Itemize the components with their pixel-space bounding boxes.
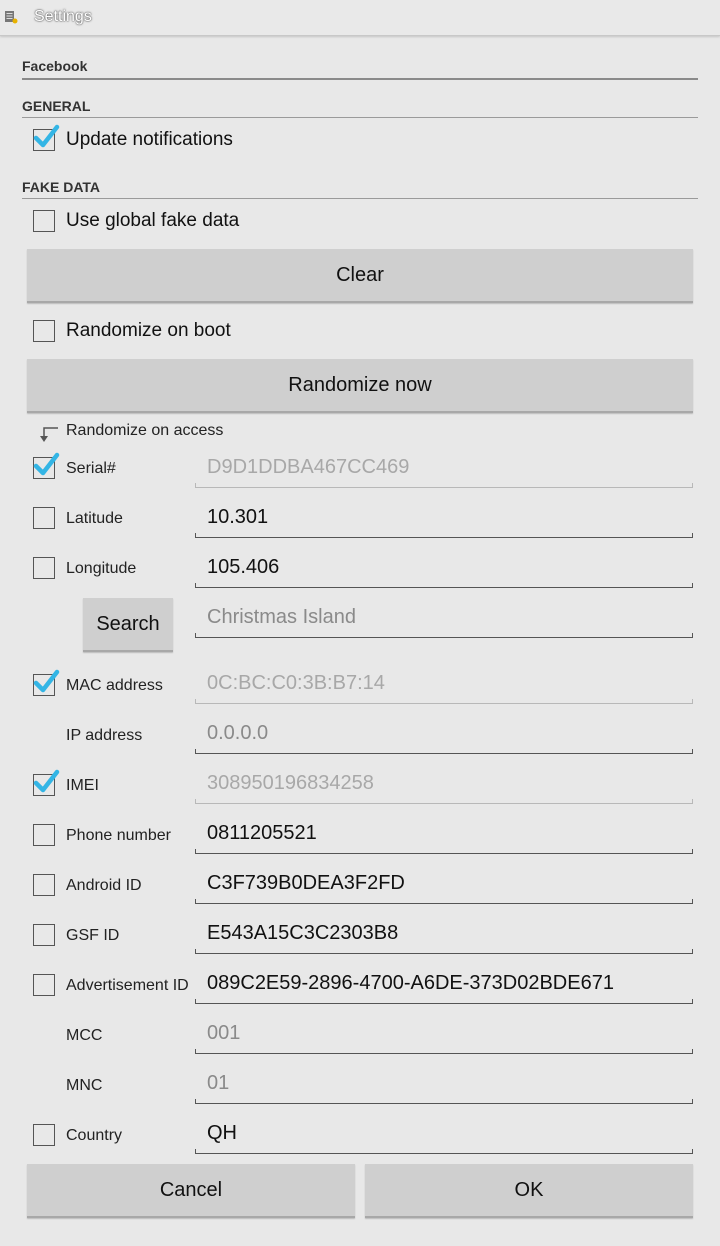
randomize-on-boot-checkbox[interactable] — [33, 320, 55, 342]
mcc-value: 001 — [207, 1022, 241, 1044]
mcc-field[interactable]: 001 — [195, 1014, 693, 1054]
checkmark-icon — [33, 669, 60, 693]
imei-field[interactable]: 308950196834258 — [195, 764, 693, 804]
ip-address-field[interactable]: 0.0.0.0 — [195, 714, 693, 754]
serial-value: D9D1DDBA467CC469 — [207, 456, 410, 478]
fake-data-section-header: FAKE DATA — [22, 179, 101, 195]
field-underline — [195, 749, 693, 754]
app-name-header: Facebook — [22, 58, 88, 74]
field-underline — [195, 899, 693, 904]
field-underline — [195, 699, 693, 704]
ok-button[interactable]: OK — [365, 1164, 693, 1218]
ip-address-label: IP address — [66, 727, 143, 744]
title-bar: Settings — [0, 0, 720, 36]
latitude-checkbox[interactable] — [33, 507, 55, 529]
checkmark-icon — [33, 769, 60, 793]
settings-app-icon — [5, 11, 18, 24]
phone-number-checkbox[interactable] — [33, 824, 55, 846]
field-underline — [195, 533, 693, 538]
clear-button[interactable]: Clear — [27, 249, 693, 303]
mac-address-field[interactable]: 0C:BC:C0:3B:B7:14 — [195, 664, 693, 704]
phone-number-label: Phone number — [66, 827, 171, 844]
update-notifications-checkbox[interactable] — [33, 124, 60, 151]
field-underline — [195, 849, 693, 854]
latitude-field[interactable]: 10.301 — [195, 498, 693, 538]
field-underline — [195, 1099, 693, 1104]
location-search-placeholder: Christmas Island — [207, 606, 356, 628]
mac-address-checkbox[interactable] — [33, 669, 60, 696]
serial-field[interactable]: D9D1DDBA467CC469 — [195, 448, 693, 488]
longitude-value: 105.406 — [207, 556, 280, 578]
imei-label: IMEI — [66, 777, 99, 794]
country-checkbox[interactable] — [33, 1124, 55, 1146]
general-section-header: GENERAL — [22, 98, 91, 114]
android-id-label: Android ID — [66, 877, 142, 894]
field-underline — [195, 949, 693, 954]
advertisement-id-field[interactable]: 089C2E59-2896-4700-A6DE-373D02BDE671 — [195, 964, 693, 1004]
arrow-down-left-icon — [40, 427, 58, 442]
country-label: Country — [66, 1127, 123, 1144]
divider — [22, 198, 698, 199]
android-id-checkbox[interactable] — [33, 874, 55, 896]
mnc-field[interactable]: 01 — [195, 1064, 693, 1104]
search-button[interactable]: Search — [83, 598, 173, 652]
checkmark-icon — [33, 124, 60, 148]
field-underline — [195, 999, 693, 1004]
window-title: Settings — [34, 8, 92, 25]
gsf-id-checkbox[interactable] — [33, 924, 55, 946]
serial-label: Serial# — [66, 460, 116, 477]
mac-address-value: 0C:BC:C0:3B:B7:14 — [207, 672, 385, 694]
android-id-field[interactable]: C3F739B0DEA3F2FD — [195, 864, 693, 904]
country-field[interactable]: QH — [195, 1114, 693, 1154]
field-underline — [195, 483, 693, 488]
latitude-label: Latitude — [66, 510, 123, 527]
longitude-checkbox[interactable] — [33, 557, 55, 579]
randomize-now-button[interactable]: Randomize now — [27, 359, 693, 413]
mac-address-label: MAC address — [66, 677, 163, 694]
advertisement-id-checkbox[interactable] — [33, 974, 55, 996]
advertisement-id-label: Advertisement ID — [66, 977, 189, 994]
ip-address-value: 0.0.0.0 — [207, 722, 269, 744]
divider — [22, 78, 698, 80]
mnc-label: MNC — [66, 1077, 103, 1094]
randomize-on-access-label: Randomize on access — [66, 422, 224, 439]
checkmark-icon — [33, 452, 60, 476]
update-notifications-label[interactable]: Update notifications — [66, 129, 233, 151]
field-underline — [195, 583, 693, 588]
country-value: QH — [207, 1122, 237, 1144]
longitude-label: Longitude — [66, 560, 137, 577]
field-underline — [195, 633, 693, 638]
randomize-on-boot-label[interactable]: Randomize on boot — [66, 320, 231, 342]
location-search-field[interactable]: Christmas Island — [195, 598, 693, 638]
divider — [22, 117, 698, 118]
cancel-button[interactable]: Cancel — [27, 1164, 355, 1218]
imei-value: 308950196834258 — [207, 772, 374, 794]
advertisement-id-value: 089C2E59-2896-4700-A6DE-373D02BDE671 — [207, 972, 614, 994]
field-underline — [195, 799, 693, 804]
mnc-value: 01 — [207, 1072, 230, 1094]
mcc-label: MCC — [66, 1027, 103, 1044]
serial-checkbox[interactable] — [33, 452, 60, 479]
use-global-fake-data-label[interactable]: Use global fake data — [66, 210, 239, 232]
gsf-id-label: GSF ID — [66, 927, 120, 944]
android-id-value: C3F739B0DEA3F2FD — [207, 872, 405, 894]
gsf-id-value: E543A15C3C2303B8 — [207, 922, 399, 944]
imei-checkbox[interactable] — [33, 769, 60, 796]
phone-number-value: 0811205521 — [207, 822, 317, 844]
field-underline — [195, 1049, 693, 1054]
latitude-value: 10.301 — [207, 506, 269, 528]
gsf-id-field[interactable]: E543A15C3C2303B8 — [195, 914, 693, 954]
longitude-field[interactable]: 105.406 — [195, 548, 693, 588]
field-underline — [195, 1149, 693, 1154]
phone-number-field[interactable]: 0811205521 — [195, 814, 693, 854]
use-global-fake-data-checkbox[interactable] — [33, 210, 55, 232]
